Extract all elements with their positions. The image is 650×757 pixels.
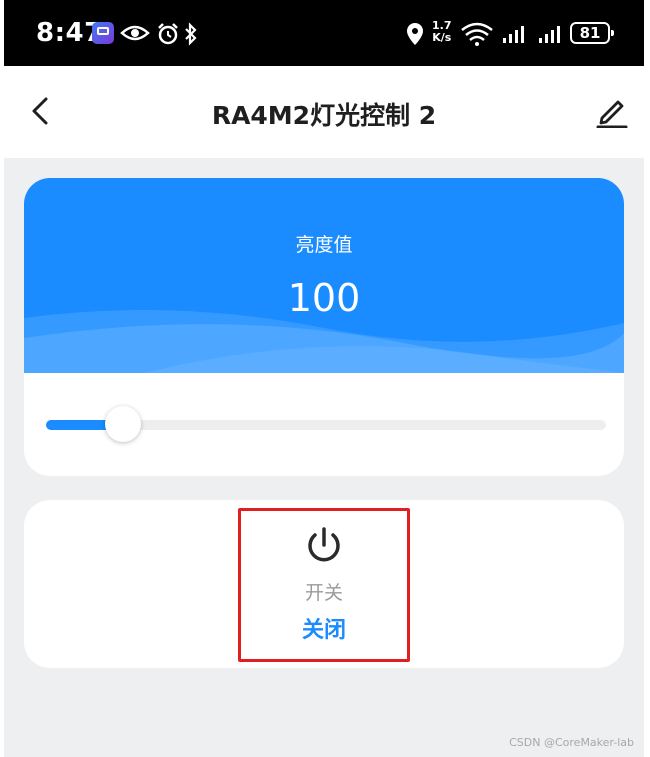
app-icon xyxy=(92,22,114,44)
brightness-slider[interactable] xyxy=(46,406,606,442)
signal-icon-2 xyxy=(539,26,560,43)
wave-decoration xyxy=(24,310,624,373)
location-icon xyxy=(407,23,423,45)
bluetooth-icon xyxy=(185,22,197,46)
slider-thumb[interactable] xyxy=(105,406,141,442)
battery-level: 81 xyxy=(579,24,601,42)
nav-bar: RA4M2灯光控制 2 xyxy=(4,66,644,158)
network-speed-unit: K/s xyxy=(432,31,452,44)
power-icon[interactable] xyxy=(304,526,344,566)
pencil-icon[interactable] xyxy=(594,94,628,128)
wifi-icon xyxy=(461,22,493,46)
switch-state[interactable]: 关闭 xyxy=(24,612,624,644)
eye-icon xyxy=(120,25,150,41)
switch-card: 开关 关闭 xyxy=(24,500,624,668)
brightness-header: 亮度值 100 xyxy=(24,178,624,373)
switch-label: 开关 xyxy=(304,582,343,604)
battery-icon: 81 xyxy=(570,22,614,44)
watermark: CSDN @CoreMaker-lab xyxy=(509,736,634,749)
content-area: 亮度值 100 开关 关闭 CSDN @CoreMaker-lab xyxy=(4,158,644,757)
network-speed: 1.7 K/s xyxy=(432,20,452,44)
alarm-icon xyxy=(158,23,178,45)
brightness-label: 亮度值 xyxy=(295,234,353,256)
status-bar: 8:47 1.7 K/s 81 xyxy=(4,0,644,66)
page-title: RA4M2灯光控制 2 xyxy=(211,101,437,130)
brightness-card: 亮度值 100 xyxy=(24,178,624,476)
signal-icon xyxy=(503,26,524,43)
